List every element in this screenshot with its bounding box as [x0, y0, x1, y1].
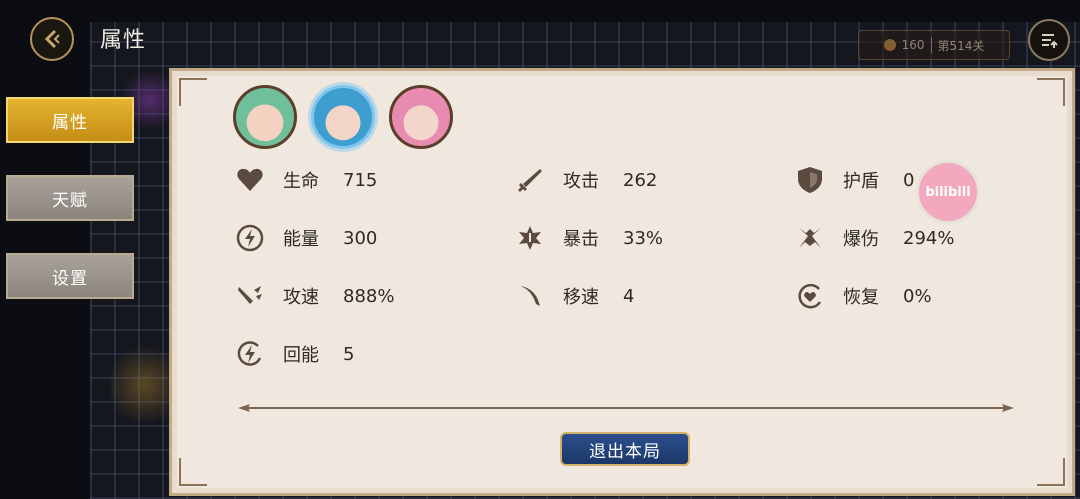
menu-button[interactable] — [1028, 19, 1070, 61]
stat-label: 护盾 — [843, 171, 879, 192]
stat-label: 攻击 — [563, 171, 599, 192]
panel-corner-decoration — [1037, 78, 1065, 106]
menu-icon — [1042, 34, 1058, 48]
attributes-panel: 生命 715 能量 300 攻速 888% 回能 5 攻击 262 暴击 33%… — [169, 68, 1075, 496]
character-avatar[interactable] — [233, 85, 297, 149]
level-display: 160 第514关 — [858, 30, 1010, 60]
stat-value: 715 — [343, 169, 378, 191]
character-avatar[interactable] — [389, 85, 453, 149]
tab-label: 天赋 — [52, 190, 88, 211]
stat-value: 4 — [623, 285, 635, 307]
quit-game-button[interactable]: 退出本局 — [560, 432, 690, 466]
stat-value: 33% — [623, 227, 664, 249]
character-avatar-selected[interactable] — [311, 85, 375, 149]
stat-label: 回能 — [283, 345, 319, 366]
stat-attack-speed: 攻速 888% — [235, 281, 394, 311]
stat-shield: 护盾 0 — [795, 165, 914, 195]
quit-button-label: 退出本局 — [589, 441, 661, 462]
crit-icon — [515, 223, 545, 253]
watermark-text: bilibili — [925, 184, 971, 200]
lightning-icon — [235, 223, 265, 253]
stat-attack: 攻击 262 — [515, 165, 657, 195]
stat-crit: 暴击 33% — [515, 223, 663, 253]
ornamental-divider — [238, 404, 1014, 412]
recovery-icon — [795, 281, 825, 311]
stat-value: 262 — [623, 169, 658, 191]
tab-talents[interactable]: 天赋 — [6, 175, 134, 221]
stat-value: 300 — [343, 227, 378, 249]
stat-energy: 能量 300 — [235, 223, 377, 253]
stat-label: 恢复 — [843, 287, 879, 308]
bilibili-watermark: bilibili — [916, 160, 980, 224]
crit-damage-icon — [795, 223, 825, 253]
tab-attributes[interactable]: 属性 — [6, 97, 134, 143]
stat-label: 暴击 — [563, 229, 599, 250]
heart-icon — [235, 165, 265, 195]
stat-hp: 生命 715 — [235, 165, 377, 195]
stat-label: 生命 — [283, 171, 319, 192]
stat-label: 能量 — [283, 229, 319, 250]
stat-move-speed: 移速 4 — [515, 281, 634, 311]
tab-label: 设置 — [52, 268, 88, 289]
wing-icon — [515, 281, 545, 311]
stat-label: 攻速 — [283, 287, 319, 308]
divider — [930, 37, 932, 53]
stat-value: 888% — [343, 285, 395, 307]
energy-regen-icon — [235, 339, 265, 369]
stat-label: 移速 — [563, 287, 599, 308]
stage-label: 第514关 — [937, 38, 985, 53]
stat-crit-damage: 爆伤 294% — [795, 223, 954, 253]
stat-label: 爆伤 — [843, 229, 879, 250]
stat-value: 0% — [903, 285, 932, 307]
stat-value: 294% — [903, 227, 955, 249]
tab-settings[interactable]: 设置 — [6, 253, 134, 299]
panel-corner-decoration — [179, 78, 207, 106]
tab-label: 属性 — [52, 112, 88, 133]
back-arrow-icon — [44, 29, 60, 49]
stat-energy-regen: 回能 5 — [235, 339, 354, 369]
page-title: 属性 — [100, 28, 147, 53]
stat-value: 5 — [343, 343, 355, 365]
stat-recovery: 恢复 0% — [795, 281, 932, 311]
back-button[interactable] — [30, 17, 74, 61]
coin-icon — [883, 39, 896, 51]
stat-value: 0 — [903, 169, 915, 191]
panel-corner-decoration — [1037, 458, 1065, 486]
attack-speed-icon — [235, 281, 265, 311]
panel-corner-decoration — [179, 458, 207, 486]
sword-icon — [515, 165, 545, 195]
coin-count: 160 — [901, 38, 925, 52]
shield-icon — [795, 165, 825, 195]
